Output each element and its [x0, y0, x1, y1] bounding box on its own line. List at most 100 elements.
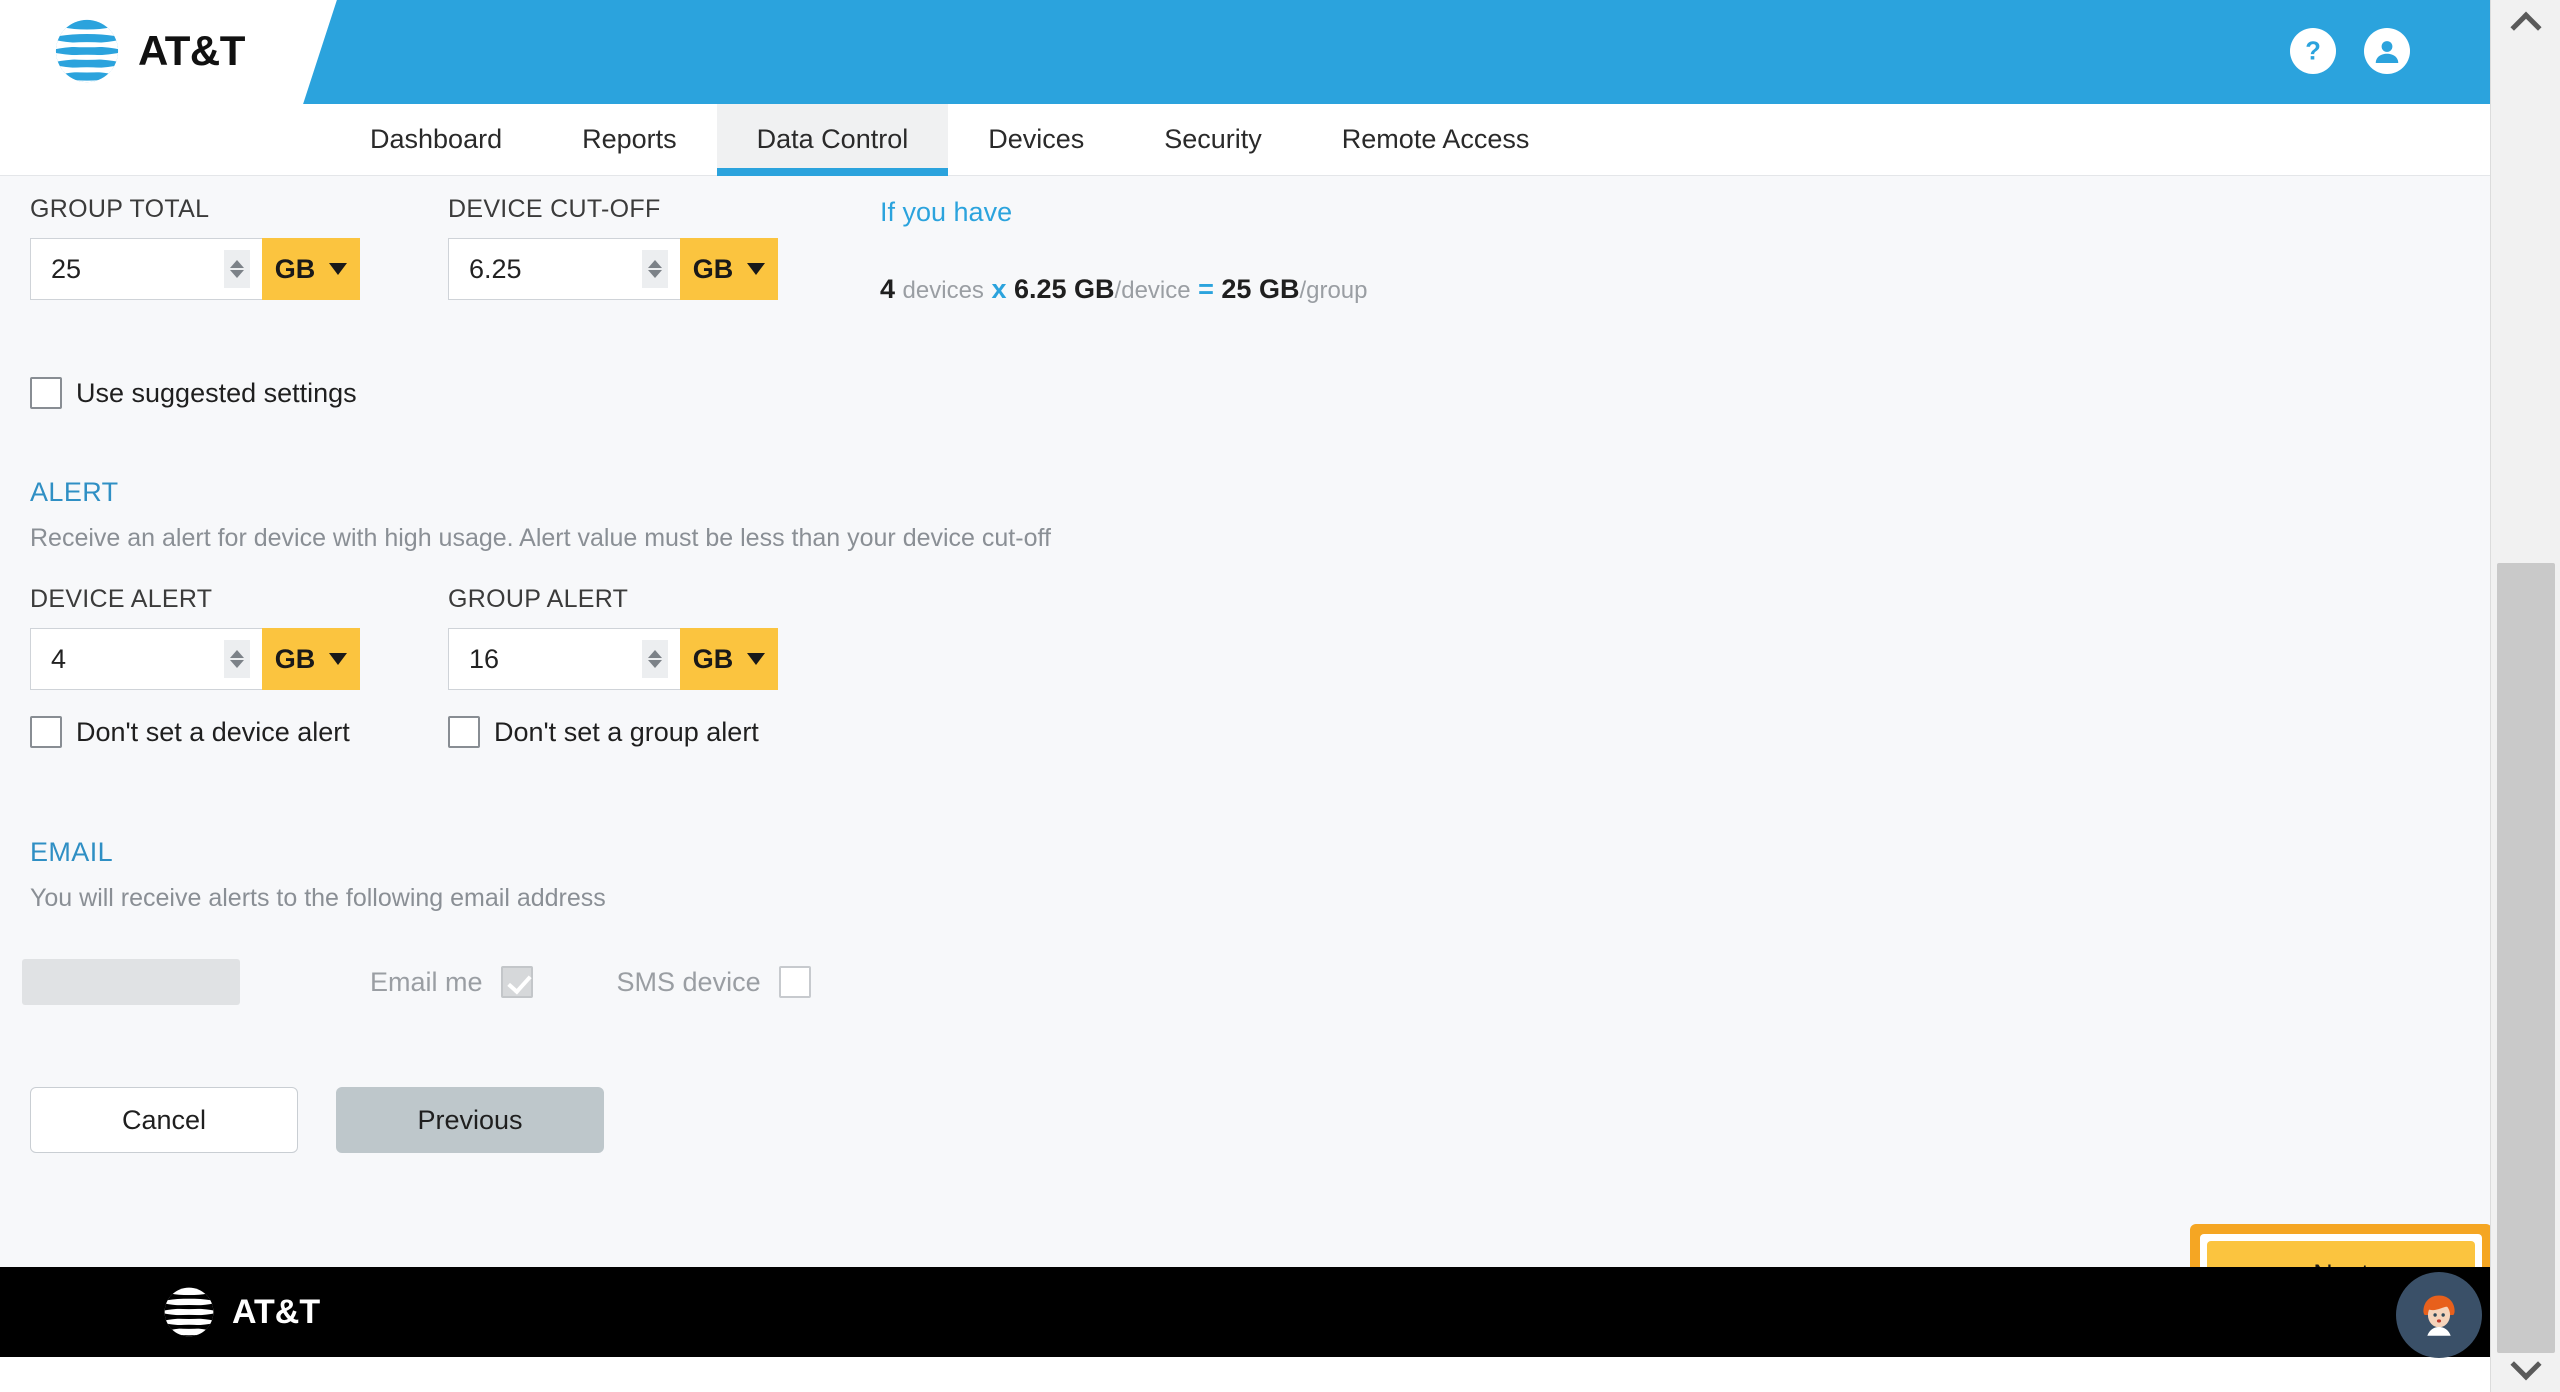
group-alert-unit-value: GB — [692, 643, 734, 674]
nav-tab-label: Data Control — [756, 124, 909, 154]
group-alert-input-combo: 16 GB — [448, 628, 778, 690]
alert-section-description: Receive an alert for device with high us… — [30, 524, 1051, 552]
device-alert-stepper[interactable] — [224, 640, 250, 678]
att-logo[interactable]: AT&T — [50, 14, 245, 88]
group-total-label: GROUP TOTAL — [30, 195, 210, 223]
help-glyph: ? — [2305, 38, 2321, 66]
calc-per-device-unit: /device — [1114, 277, 1191, 304]
chevron-down-icon — [2510, 1349, 2542, 1381]
nav-tab-devices[interactable]: Devices — [948, 104, 1124, 175]
no-group-alert-label: Don't set a group alert — [494, 716, 759, 747]
att-wordmark: AT&T — [138, 27, 245, 74]
svg-text:?: ? — [2305, 38, 2321, 66]
no-device-alert-checkbox[interactable] — [30, 716, 62, 748]
group-alert-stepper[interactable] — [642, 640, 668, 678]
device-cutoff-unit-value: GB — [692, 253, 734, 284]
nav-tab-security[interactable]: Security — [1124, 104, 1302, 175]
help-circle-icon[interactable]: ? — [2290, 28, 2336, 74]
page-bottom-strip — [0, 1357, 2490, 1392]
group-alert-label: GROUP ALERT — [448, 585, 629, 613]
device-alert-unit-select[interactable]: GB — [262, 628, 360, 690]
group-alert-field: GROUP ALERT 16 GB Don't set a group aler… — [448, 585, 778, 748]
page-footer: AT&T — [0, 1267, 2490, 1357]
nav-tab-label: Dashboard — [370, 124, 503, 154]
use-suggested-settings-row[interactable]: Use suggested settings — [30, 377, 357, 409]
chevron-up-icon — [2510, 11, 2542, 43]
no-group-alert-checkbox[interactable] — [448, 716, 480, 748]
group-alert-input[interactable]: 16 — [448, 628, 680, 690]
email-section-title: EMAIL — [30, 837, 114, 867]
group-total-value: 25 — [51, 253, 82, 284]
sms-device-checkbox[interactable] — [778, 966, 811, 998]
cancel-button[interactable]: Cancel — [30, 1087, 298, 1153]
device-alert-input-combo: 4 GB — [30, 628, 360, 690]
scrollbar-up-arrow-icon[interactable] — [2491, 0, 2560, 46]
group-total-unit-select[interactable]: GB — [262, 238, 360, 300]
stepper-up-icon — [648, 650, 662, 658]
no-device-alert-row[interactable]: Don't set a device alert — [30, 716, 360, 748]
email-me-checkbox[interactable] — [500, 966, 533, 998]
group-total-input-combo: 25 GB — [30, 238, 360, 300]
group-total-stepper[interactable] — [224, 250, 250, 288]
nav-tab-label: Security — [1164, 124, 1262, 154]
chevron-down-icon — [747, 653, 766, 665]
nav-tab-label: Devices — [988, 124, 1085, 154]
stepper-down-icon — [230, 660, 244, 668]
nav-tab-label: Remote Access — [1341, 124, 1530, 154]
group-alert-value: 16 — [469, 643, 500, 674]
email-options-row: Email me SMS device — [22, 959, 811, 1005]
chat-agent-avatar-icon — [2423, 1295, 2455, 1336]
account-glyph — [2375, 41, 2399, 63]
nav-tab-dashboard[interactable]: Dashboard — [330, 104, 542, 175]
no-device-alert-label: Don't set a device alert — [76, 716, 350, 747]
calc-total-value: 25 GB — [1221, 274, 1300, 304]
device-alert-unit-value: GB — [274, 643, 316, 674]
stepper-up-icon — [230, 650, 244, 658]
stepper-down-icon — [648, 660, 662, 668]
nav-tab-reports[interactable]: Reports — [542, 104, 717, 175]
nav-tab-data-control[interactable]: Data Control — [716, 104, 949, 198]
stepper-down-icon — [230, 270, 244, 278]
group-total-unit-value: GB — [274, 253, 316, 284]
chevron-down-icon — [747, 263, 766, 275]
chevron-down-icon — [329, 653, 348, 665]
main-navigation: Dashboard Reports Data Control Devices S… — [0, 104, 2490, 198]
device-cutoff-input[interactable]: 6.25 — [448, 238, 680, 300]
nav-tab-label: Reports — [582, 124, 677, 154]
sms-device-label: SMS device — [616, 966, 761, 997]
device-cutoff-unit-select[interactable]: GB — [680, 238, 778, 300]
no-group-alert-row[interactable]: Don't set a group alert — [448, 716, 778, 748]
stepper-up-icon — [230, 260, 244, 268]
email-address-field[interactable] — [22, 959, 240, 1005]
device-cutoff-stepper[interactable] — [642, 250, 668, 288]
nav-tab-remote-access[interactable]: Remote Access — [1302, 104, 1570, 175]
previous-button[interactable]: Previous — [336, 1087, 604, 1153]
page-scrollbar[interactable] — [2490, 0, 2560, 1392]
att-globe-icon — [55, 19, 119, 83]
stepper-up-icon — [648, 260, 662, 268]
calc-total-unit: /group — [1299, 277, 1368, 304]
calc-per-device-value: 6.25 GB — [1013, 274, 1115, 304]
device-cutoff-value: 6.25 — [469, 253, 522, 284]
alert-section-header: ALERT Receive an alert for device with h… — [30, 477, 1051, 553]
use-suggested-settings-checkbox[interactable] — [30, 377, 62, 409]
group-alert-unit-select[interactable]: GB — [680, 628, 778, 690]
email-section-description: You will receive alerts to the following… — [30, 884, 606, 912]
footer-att-wordmark: AT&T — [232, 1292, 321, 1331]
device-alert-field: DEVICE ALERT 4 GB Don't set a device ale… — [30, 585, 360, 748]
calc-equation: 4 devices x 6.25 GB/device = 25 GB/group — [880, 274, 1368, 305]
calc-devices-word: devices — [902, 277, 984, 304]
app-header: AT&T ? — [0, 0, 2490, 104]
email-me-label: Email me — [370, 966, 483, 997]
att-globe-footer-icon — [164, 1287, 214, 1337]
scrollbar-down-arrow-icon[interactable] — [2491, 1346, 2560, 1392]
group-total-input[interactable]: 25 — [30, 238, 262, 300]
device-alert-input[interactable]: 4 — [30, 628, 262, 690]
scrollbar-thumb[interactable] — [2497, 563, 2555, 1353]
account-circle-icon[interactable] — [2364, 28, 2410, 74]
email-section-header: EMAIL You will receive alerts to the fol… — [30, 837, 606, 913]
device-cutoff-input-combo: 6.25 GB — [448, 238, 778, 300]
group-total-field: GROUP TOTAL 25 GB — [30, 195, 360, 300]
chat-assistant-button[interactable] — [2396, 1272, 2482, 1358]
app-viewport: AT&T ? Dashboard Reports Data Control De… — [0, 0, 2560, 1392]
